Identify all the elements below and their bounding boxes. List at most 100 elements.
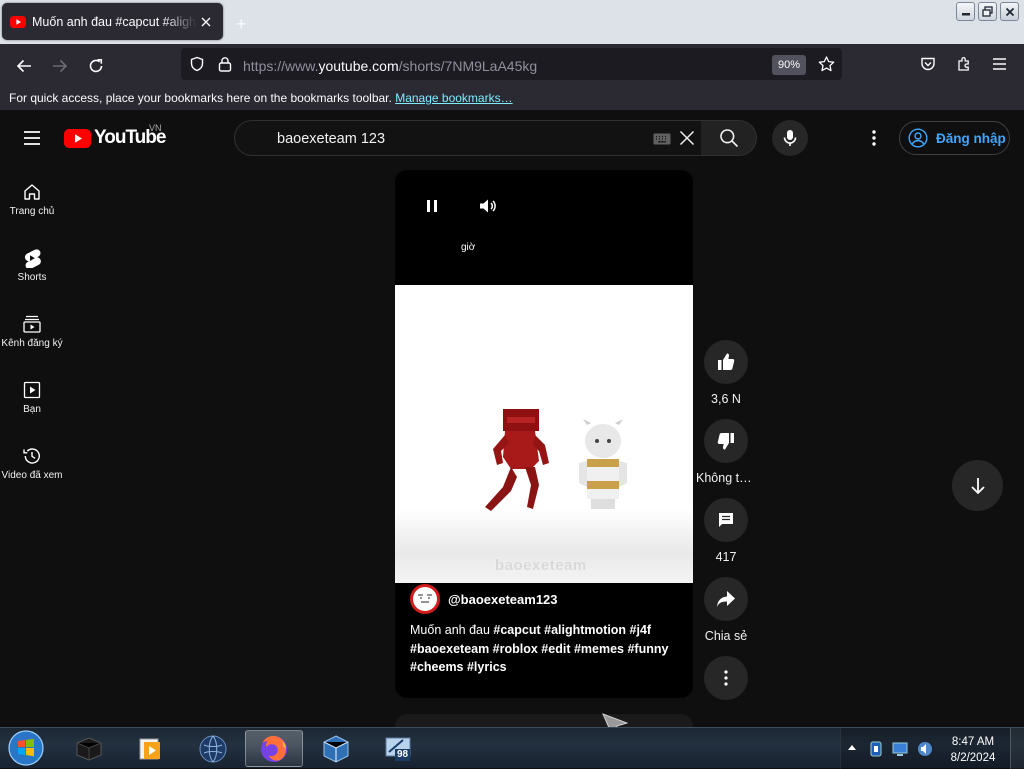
bookmark-star-icon[interactable] bbox=[818, 56, 835, 72]
voice-search-button[interactable] bbox=[772, 120, 808, 156]
channel-info[interactable]: @baoexeteam123 bbox=[410, 584, 558, 614]
tray-app-icon[interactable] bbox=[869, 740, 883, 758]
back-button[interactable] bbox=[12, 54, 36, 78]
meme-face-icon bbox=[418, 594, 432, 603]
like-action[interactable]: 3,6 N bbox=[704, 340, 748, 406]
video-frame[interactable]: baoexeteam bbox=[395, 285, 693, 583]
hamburger-menu-icon[interactable] bbox=[992, 57, 1007, 71]
comment-button[interactable] bbox=[704, 498, 748, 542]
more-actions[interactable] bbox=[704, 656, 748, 708]
zoom-level-badge[interactable]: 90% bbox=[772, 55, 806, 75]
minimize-button[interactable] bbox=[956, 2, 975, 21]
media-player-icon bbox=[139, 738, 160, 759]
like-count: 3,6 N bbox=[711, 392, 741, 406]
youtube-logo[interactable]: YouTube VN bbox=[64, 123, 166, 149]
thumbs-up-icon bbox=[718, 353, 735, 370]
video-watermark: baoexeteam bbox=[495, 557, 587, 574]
shield-icon[interactable] bbox=[189, 56, 205, 72]
sidebar-item-you[interactable]: Bạn bbox=[0, 380, 64, 415]
more-vert-icon bbox=[872, 130, 876, 146]
url-text[interactable]: https://www.youtube.com/shorts/7NM9LaA45… bbox=[243, 58, 537, 74]
reload-button[interactable] bbox=[84, 54, 108, 78]
dislike-label: Không thích bbox=[696, 471, 756, 485]
pocket-icon[interactable] bbox=[920, 56, 936, 72]
share-icon bbox=[717, 591, 735, 607]
arrow-left-icon bbox=[16, 59, 31, 73]
tab-close-icon[interactable] bbox=[197, 13, 215, 31]
windows-start-icon bbox=[8, 730, 44, 766]
volume-icon bbox=[480, 199, 496, 213]
history-icon bbox=[23, 448, 40, 464]
sidebar-item-home[interactable]: Trang chủ bbox=[0, 182, 64, 217]
lock-icon[interactable] bbox=[218, 56, 232, 72]
taskbar-app-virtualbox[interactable] bbox=[307, 730, 365, 767]
taskbar-app-media-player[interactable] bbox=[121, 730, 179, 767]
next-video-button[interactable] bbox=[952, 460, 1003, 511]
guide-menu-icon[interactable] bbox=[20, 126, 44, 150]
pause-icon bbox=[427, 200, 437, 212]
share-button[interactable] bbox=[704, 577, 748, 621]
black-box-app-icon bbox=[76, 736, 102, 761]
reload-icon bbox=[89, 59, 103, 73]
sidebar-item-subscriptions[interactable]: Kênh đăng ký bbox=[0, 314, 64, 349]
sign-in-button[interactable]: Đăng nhập bbox=[899, 121, 1010, 155]
network-icon[interactable] bbox=[891, 741, 909, 756]
white-roblox-character bbox=[579, 419, 627, 509]
search-input[interactable]: baoexeteam 123 bbox=[277, 131, 385, 147]
windows-taskbar: 98 8:47 AM 8/2/2024 bbox=[0, 727, 1024, 769]
youtube-favicon-icon bbox=[10, 15, 26, 28]
volume-tray-icon[interactable] bbox=[917, 740, 933, 758]
more-vert-icon bbox=[724, 670, 728, 686]
system-clock[interactable]: 8:47 AM 8/2/2024 bbox=[944, 734, 1002, 766]
more-button[interactable] bbox=[704, 656, 748, 700]
shorts-player[interactable]: giờ baoexeteam @baoexeteam123 Muốn anh đ… bbox=[395, 170, 693, 698]
forward-button[interactable] bbox=[48, 54, 72, 78]
dislike-action[interactable]: Không thích bbox=[696, 419, 756, 485]
taskbar-app-win98[interactable]: 98 bbox=[369, 730, 427, 767]
browser-tab-bar: Muốn anh đau #capcut #alightmotion + bbox=[0, 0, 1024, 44]
dislike-button[interactable] bbox=[704, 419, 748, 463]
volume-button[interactable] bbox=[476, 194, 500, 218]
arrow-right-icon bbox=[53, 59, 68, 73]
youtube-play-logo-icon bbox=[64, 128, 91, 148]
keyboard-icon[interactable] bbox=[653, 133, 671, 145]
taskbar-app-firefox[interactable] bbox=[245, 730, 303, 767]
search-icon bbox=[719, 129, 738, 148]
like-button[interactable] bbox=[704, 340, 748, 384]
share-action[interactable]: Chia sẻ bbox=[704, 577, 748, 643]
pause-button[interactable] bbox=[420, 194, 444, 218]
show-hidden-icons-icon[interactable] bbox=[848, 744, 856, 750]
channel-avatar[interactable] bbox=[410, 584, 440, 614]
taskbar-app-network[interactable] bbox=[184, 730, 242, 767]
clear-search-icon[interactable] bbox=[679, 130, 695, 146]
settings-more-button[interactable] bbox=[862, 126, 886, 150]
start-button[interactable] bbox=[6, 729, 46, 767]
manage-bookmarks-link[interactable]: Manage bookmarks… bbox=[395, 91, 512, 105]
clock-time: 8:47 AM bbox=[951, 736, 995, 748]
microphone-icon bbox=[783, 130, 797, 146]
channel-handle[interactable]: @baoexeteam123 bbox=[448, 592, 558, 607]
new-tab-button[interactable]: + bbox=[236, 14, 247, 35]
thumbs-down-icon bbox=[717, 433, 734, 450]
sidebar-item-shorts[interactable]: Shorts bbox=[0, 248, 64, 283]
short-description[interactable]: Muốn anh đau #capcut #alightmotion #j4f … bbox=[410, 621, 680, 677]
extensions-icon[interactable] bbox=[956, 56, 972, 72]
you-icon bbox=[23, 381, 41, 399]
browser-tab-active[interactable]: Muốn anh đau #capcut #alightmotion bbox=[2, 3, 223, 40]
comment-action[interactable]: 417 bbox=[704, 498, 748, 564]
show-desktop-button[interactable] bbox=[1010, 728, 1024, 769]
account-icon bbox=[908, 128, 928, 148]
region-code: VN bbox=[149, 123, 162, 133]
taskbar-app-terminal[interactable] bbox=[60, 730, 118, 767]
home-icon bbox=[24, 184, 40, 200]
sidebar-item-history[interactable]: Video đã xem bbox=[0, 446, 64, 481]
comment-icon bbox=[719, 513, 733, 527]
tab-title: Muốn anh đau #capcut #alightmotion bbox=[32, 14, 197, 29]
search-box[interactable]: baoexeteam 123 bbox=[234, 120, 702, 156]
restore-button[interactable] bbox=[978, 2, 997, 21]
search-button[interactable] bbox=[701, 120, 757, 156]
clock-date: 8/2/2024 bbox=[950, 752, 996, 764]
share-label: Chia sẻ bbox=[704, 629, 748, 643]
shorts-icon bbox=[24, 249, 41, 268]
window-close-button[interactable] bbox=[1000, 2, 1019, 21]
